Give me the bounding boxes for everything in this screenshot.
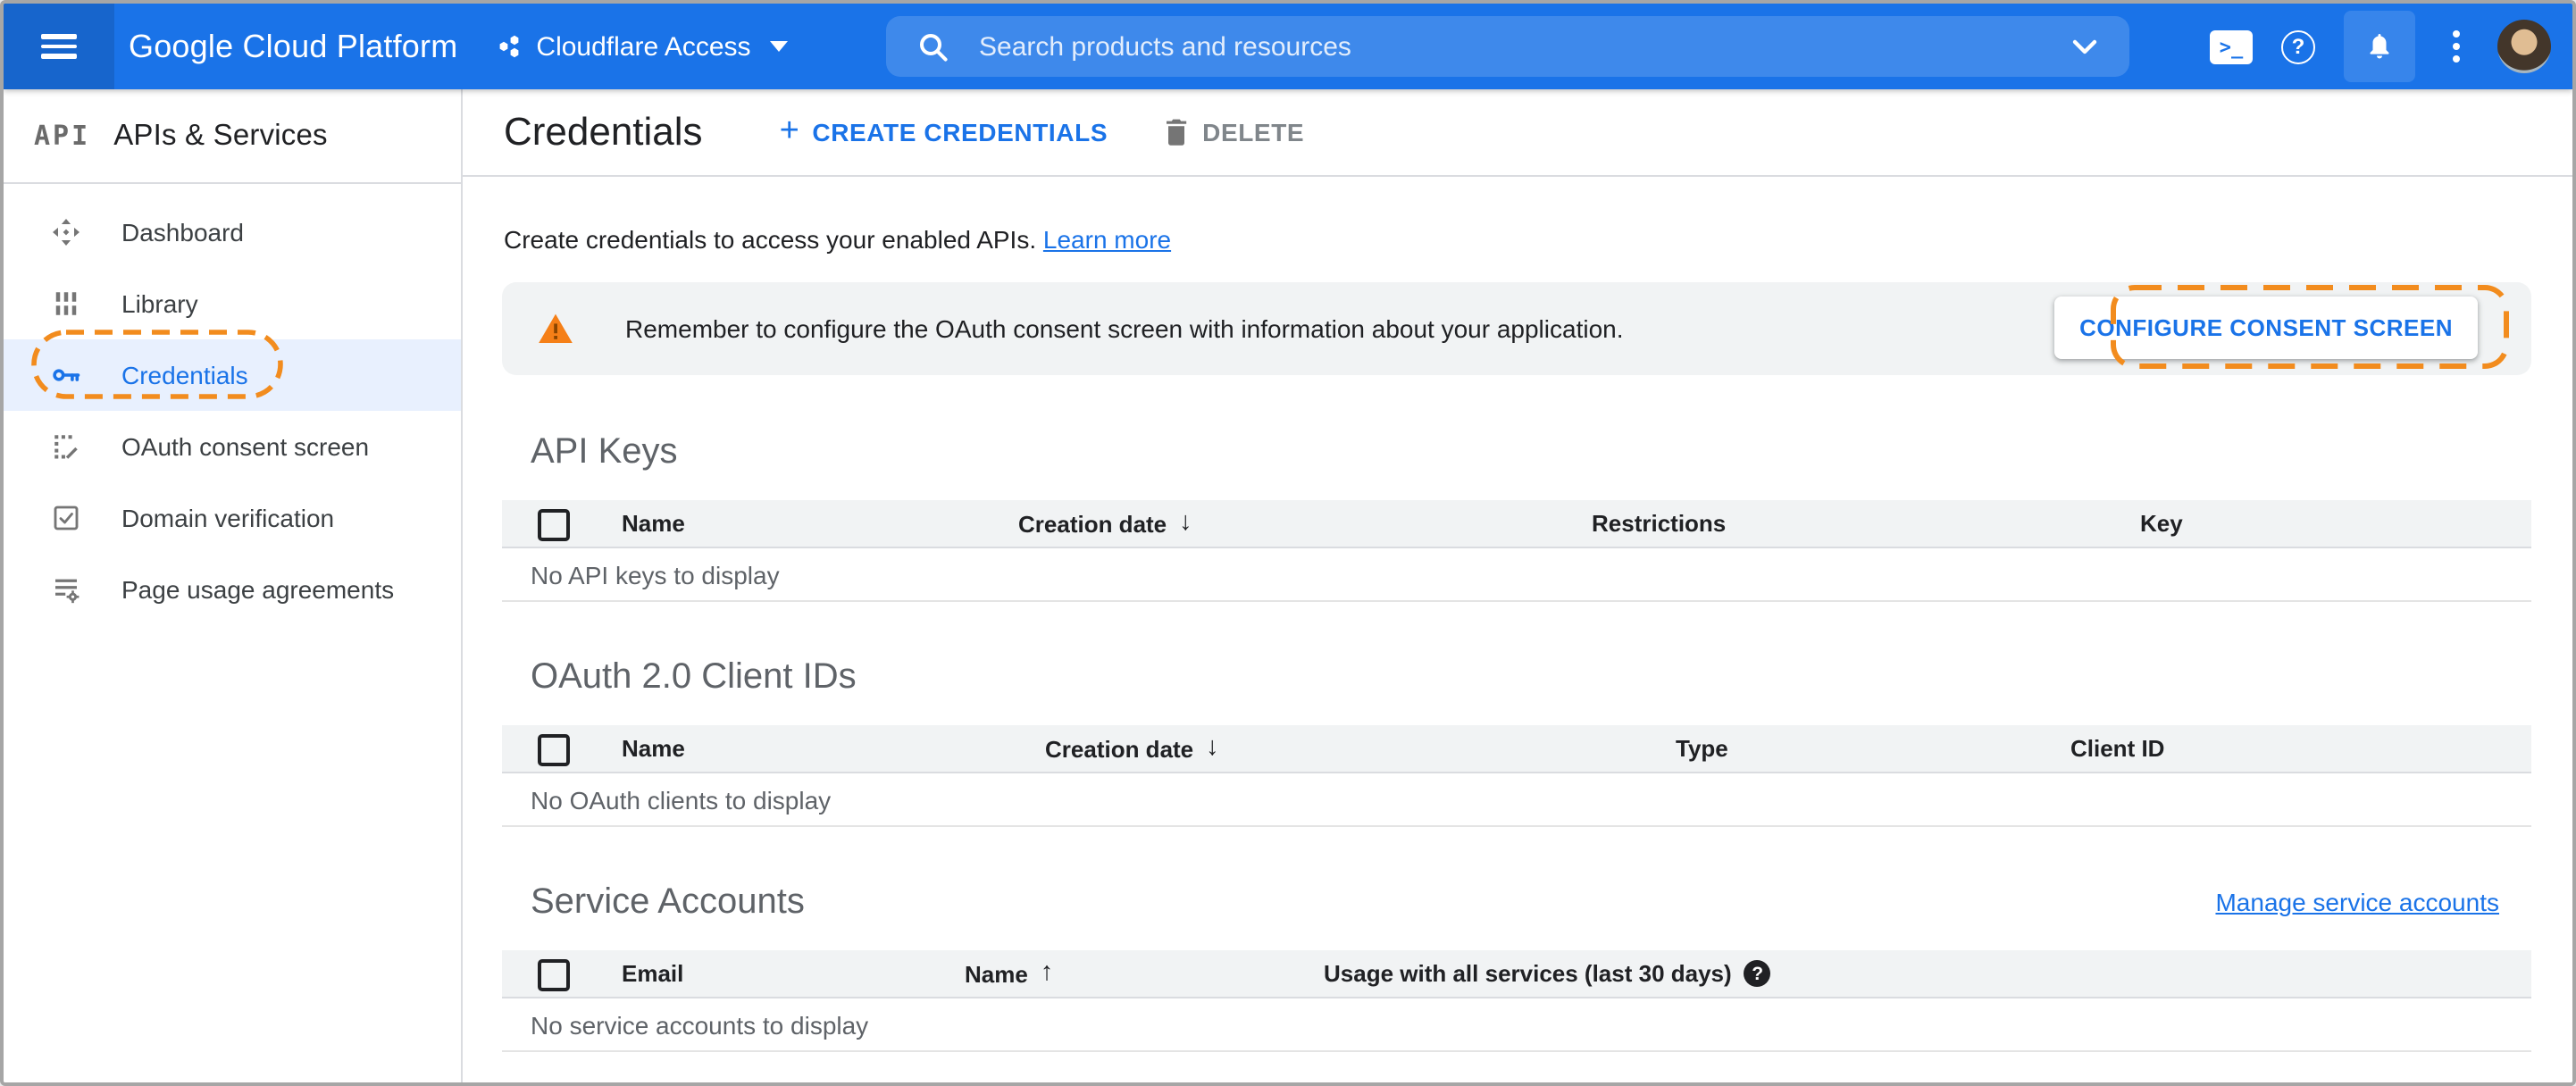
warning-icon <box>539 313 573 343</box>
column-header-name[interactable]: Name <box>622 510 685 537</box>
column-header-key[interactable]: Key <box>2140 510 2183 537</box>
service-accounts-table: Email Name ↑ Usage with all services (la… <box>502 950 2531 1052</box>
section-title-service-accounts: Service Accounts <box>531 882 805 922</box>
hamburger-icon <box>41 34 77 59</box>
plus-icon: + <box>779 112 800 149</box>
sidebar-nav: Dashboard Library Credentials OAuth cons… <box>4 184 461 625</box>
key-icon <box>50 359 82 391</box>
column-header-client-id[interactable]: Client ID <box>2070 735 2164 762</box>
sidebar-item-library[interactable]: Library <box>4 268 461 339</box>
sort-desc-icon: ↓ <box>1206 733 1219 762</box>
notifications-button[interactable] <box>2344 11 2415 82</box>
column-header-type[interactable]: Type <box>1676 735 1728 762</box>
project-hexagons-icon <box>500 35 519 58</box>
manage-service-accounts-link[interactable]: Manage service accounts <box>2215 888 2499 916</box>
create-credentials-button[interactable]: + CREATE CREDENTIALS <box>779 112 1108 149</box>
dashboard-icon <box>50 216 82 248</box>
cloud-shell-icon[interactable]: >_ <box>2210 29 2253 63</box>
bell-icon <box>2370 33 2389 58</box>
delete-button[interactable]: DELETE <box>1165 118 1304 146</box>
more-options-icon[interactable] <box>2444 30 2469 63</box>
table-header: Email Name ↑ Usage with all services (la… <box>502 950 2531 998</box>
oauth-clients-table: Name Creation date ↓ Type Client ID No O… <box>502 725 2531 827</box>
chevron-down-icon <box>770 41 789 52</box>
sidebar-item-label: Page usage agreements <box>121 575 395 604</box>
search-expand-chevron-icon[interactable] <box>2072 38 2097 54</box>
sidebar-item-credentials[interactable]: Credentials <box>4 339 461 411</box>
column-header-name[interactable]: Name ↑ <box>965 958 1054 988</box>
column-header-restrictions[interactable]: Restrictions <box>1592 510 1726 537</box>
learn-more-link[interactable]: Learn more <box>1043 225 1171 254</box>
sidebar-item-label: Library <box>121 289 198 318</box>
table-header: Name Creation date ↓ Type Client ID <box>502 725 2531 773</box>
header-actions: >_ ? <box>2210 4 2551 89</box>
table-header: Name Creation date ↓ Restrictions Key <box>502 500 2531 548</box>
sidebar-item-label: OAuth consent screen <box>121 432 370 461</box>
intro-text: Create credentials to access your enable… <box>504 225 1172 254</box>
page-title: Credentials <box>504 109 703 154</box>
section-title-api-keys: API Keys <box>531 432 678 472</box>
column-header-usage: Usage with all services (last 30 days) ? <box>1324 960 1771 987</box>
consent-screen-icon <box>50 430 82 463</box>
list-gear-icon <box>50 573 82 606</box>
column-header-creation-date[interactable]: Creation date ↓ <box>1045 733 1219 763</box>
select-all-checkbox[interactable] <box>538 734 570 766</box>
column-header-creation-date[interactable]: Creation date ↓ <box>1018 508 1192 538</box>
sidebar-item-label: Credentials <box>121 361 248 389</box>
sidebar-item-label: Dashboard <box>121 218 244 246</box>
user-avatar[interactable] <box>2497 20 2551 73</box>
sidebar-title: APIs & Services <box>113 119 328 151</box>
banner-message: Remember to configure the OAuth consent … <box>625 314 1624 343</box>
select-all-checkbox[interactable] <box>538 509 570 541</box>
usage-help-icon[interactable]: ? <box>1744 960 1771 987</box>
app-header: Google Cloud Platform Cloudflare Access … <box>4 4 2572 89</box>
consent-warning-banner: Remember to configure the OAuth consent … <box>502 282 2531 375</box>
sort-asc-icon: ↑ <box>1040 958 1054 987</box>
api-keys-table: Name Creation date ↓ Restrictions Key No… <box>502 500 2531 602</box>
trash-icon <box>1167 119 1187 146</box>
project-name: Cloudflare Access <box>536 31 751 62</box>
checkbox-check-icon <box>50 502 82 534</box>
sidebar-item-label: Domain verification <box>121 504 335 532</box>
library-icon <box>50 288 82 320</box>
sidebar: API APIs & Services Dashboard Library Cr… <box>4 89 463 1082</box>
empty-row: No service accounts to display <box>502 998 2531 1052</box>
sidebar-item-dashboard[interactable]: Dashboard <box>4 196 461 268</box>
sidebar-item-domain-verification[interactable]: Domain verification <box>4 482 461 554</box>
project-selector[interactable]: Cloudflare Access <box>497 31 789 62</box>
search-bar <box>886 16 2129 77</box>
empty-row: No API keys to display <box>502 548 2531 602</box>
configure-consent-screen-button[interactable]: CONFIGURE CONSENT SCREEN <box>2054 297 2478 359</box>
section-title-oauth-clients: OAuth 2.0 Client IDs <box>531 657 857 697</box>
column-header-email[interactable]: Email <box>622 960 683 987</box>
empty-row: No OAuth clients to display <box>502 773 2531 827</box>
main-menu-button[interactable] <box>4 4 114 89</box>
sidebar-item-page-usage-agreements[interactable]: Page usage agreements <box>4 554 461 625</box>
page-toolbar: Credentials + CREATE CREDENTIALS DELETE <box>463 89 2572 177</box>
api-product-logo: API <box>34 120 91 152</box>
select-all-checkbox[interactable] <box>538 959 570 991</box>
sidebar-item-oauth-consent-screen[interactable]: OAuth consent screen <box>4 411 461 482</box>
sort-desc-icon: ↓ <box>1179 508 1192 537</box>
brand-title[interactable]: Google Cloud Platform <box>129 28 457 65</box>
help-icon[interactable]: ? <box>2281 29 2315 63</box>
sidebar-header: API APIs & Services <box>4 89 461 184</box>
main-content: Credentials + CREATE CREDENTIALS DELETE … <box>463 89 2572 1082</box>
gcp-console-window: Google Cloud Platform Cloudflare Access … <box>0 0 2576 1086</box>
search-input[interactable] <box>975 29 2058 63</box>
search-icon <box>920 33 948 61</box>
column-header-name[interactable]: Name <box>622 735 685 762</box>
